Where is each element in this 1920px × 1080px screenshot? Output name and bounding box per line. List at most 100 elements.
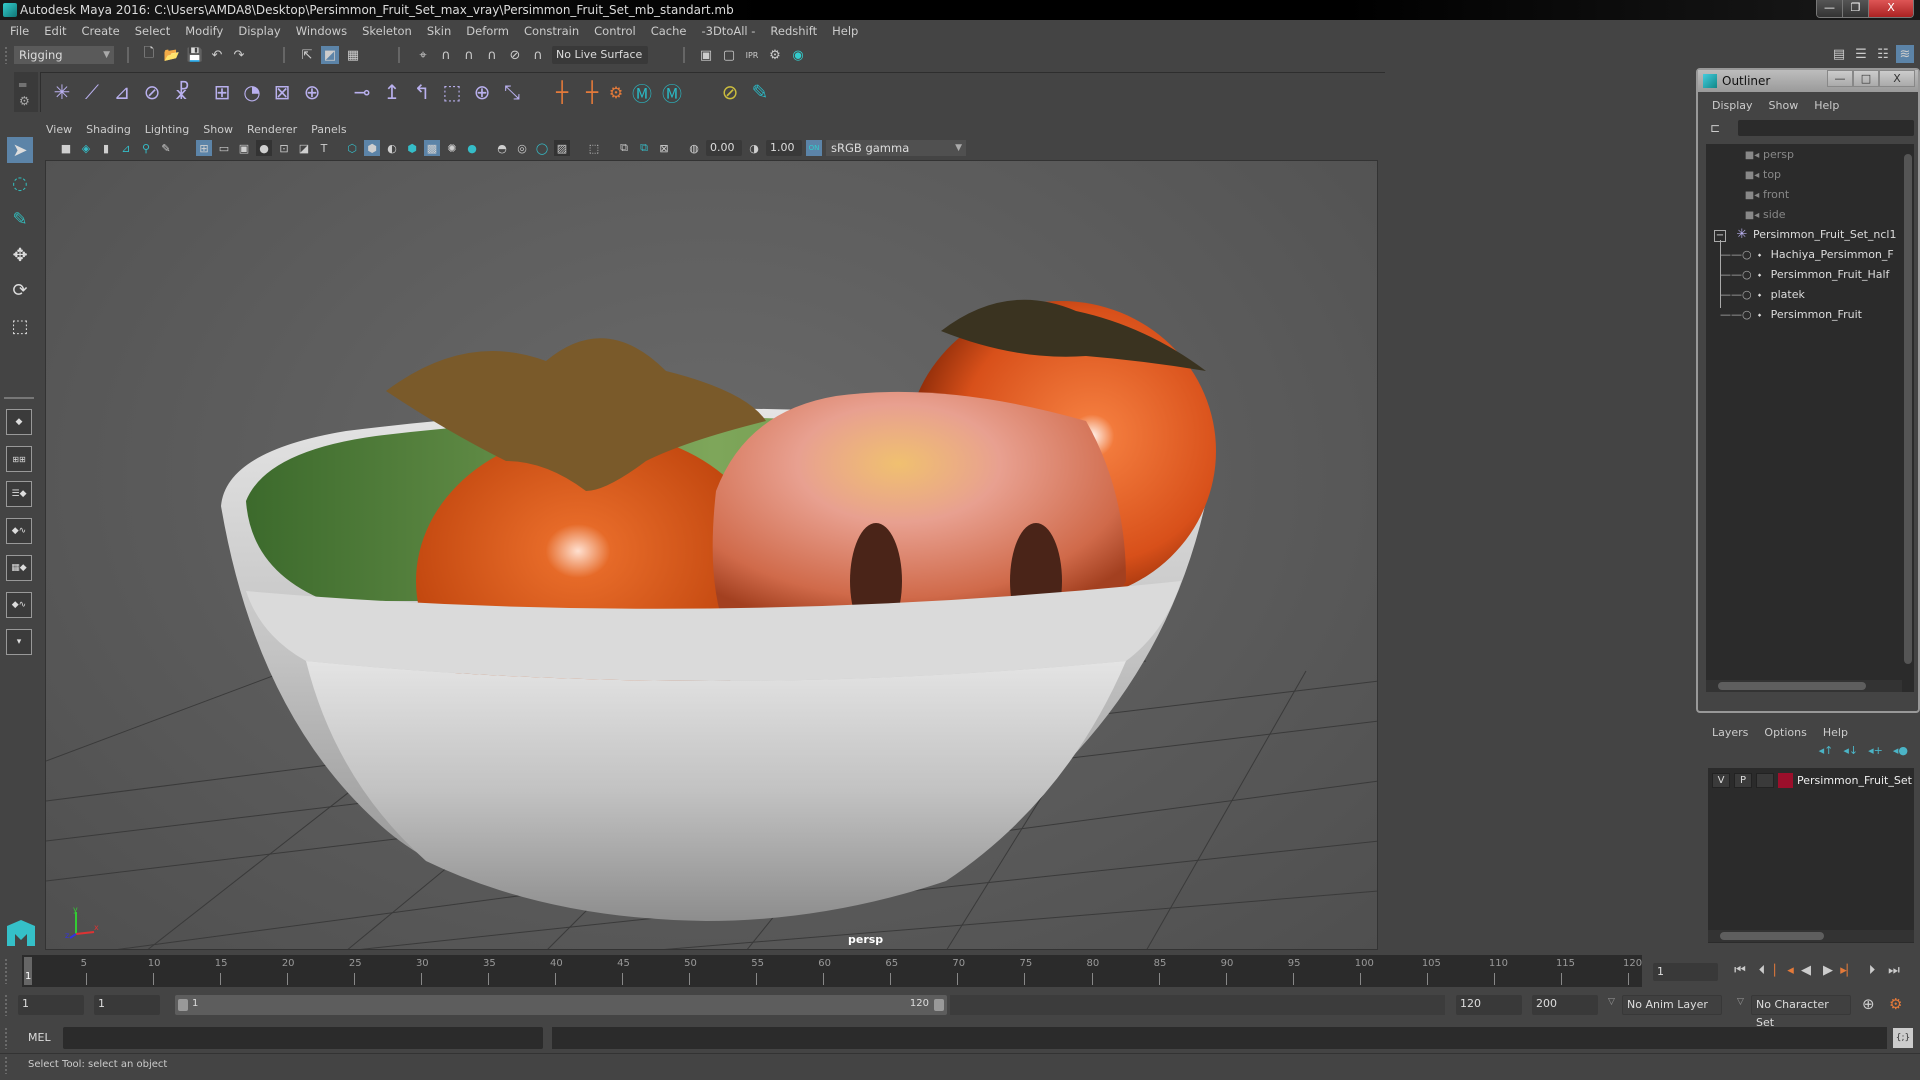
panel-menu-panels[interactable]: Panels xyxy=(311,123,346,136)
select-object-icon[interactable]: ◩ xyxy=(321,46,339,64)
attribute-editor-icon[interactable]: ☰ xyxy=(1852,45,1870,63)
current-time-indicator[interactable]: 1 xyxy=(24,957,32,985)
xray-joints-icon[interactable]: ⧉ xyxy=(636,140,652,156)
menu-file[interactable]: File xyxy=(10,24,29,38)
new-layer-icon[interactable]: ◂+ xyxy=(1868,744,1883,757)
ik-handle-icon[interactable]: ⟋ xyxy=(79,79,105,105)
scale-tool-icon[interactable]: ⬚ xyxy=(7,313,33,339)
panel-menu-shading[interactable]: Shading xyxy=(86,123,131,136)
viewport-persp[interactable]: y x z persp xyxy=(45,160,1378,950)
auto-key-icon[interactable]: ⊕ xyxy=(1862,995,1875,1013)
xray-icon[interactable]: ⧉ xyxy=(616,140,632,156)
character-icon[interactable]: ⚙ xyxy=(603,79,629,105)
play-forwards-icon[interactable]: ▶ xyxy=(1818,960,1838,980)
chevron-down-icon[interactable]: ▽ xyxy=(1737,997,1744,1007)
outliner-horizontal-scrollbar[interactable] xyxy=(1706,680,1902,692)
step-forward-frame-icon[interactable]: ⏵ xyxy=(1862,960,1882,980)
animation-end-field[interactable]: 200 xyxy=(1532,995,1598,1015)
parent-constraint-icon[interactable]: ⊸ xyxy=(349,79,375,105)
select-component-icon[interactable]: ▦ xyxy=(344,46,362,64)
default-material-icon[interactable]: ⬢ xyxy=(404,140,420,156)
four-view-layout[interactable]: ⊞⊞ xyxy=(6,446,32,472)
outliner-item-mesh[interactable]: ——○ ⬩ Persimmon_Fruit xyxy=(1720,306,1862,324)
pole-vector-icon[interactable]: ⤡ xyxy=(499,79,525,105)
snap-point-icon[interactable]: ∩ xyxy=(460,46,478,64)
anti-aliasing-icon[interactable]: ◯ xyxy=(534,140,550,156)
step-back-key-icon[interactable]: ⎸◂ xyxy=(1774,960,1794,980)
outliner-item-mesh[interactable]: ——○ ⬩ Hachiya_Persimmon_F xyxy=(1720,246,1894,264)
status-line-grip[interactable] xyxy=(4,46,8,64)
live-surface-field[interactable]: No Live Surface xyxy=(552,46,648,64)
gamma-field[interactable]: 1.00 xyxy=(766,140,802,156)
menu-constrain[interactable]: Constrain xyxy=(524,24,579,38)
render-view-icon[interactable]: ▣ xyxy=(697,46,715,64)
restore-button[interactable]: ❐ xyxy=(1843,0,1869,17)
outliner-item-mesh[interactable]: ——○ ⬩ Persimmon_Fruit_Half xyxy=(1720,266,1889,284)
outliner-menu-display[interactable]: Display xyxy=(1712,99,1753,112)
menu-deform[interactable]: Deform xyxy=(466,24,509,38)
exposure-icon[interactable]: ◍ xyxy=(686,140,702,156)
camera-attributes-icon[interactable]: ◈ xyxy=(78,140,94,156)
ik-spline-icon[interactable]: ⊿ xyxy=(109,79,135,105)
shelf-gear-icon[interactable]: ⚙ xyxy=(19,94,30,108)
menu-help[interactable]: Help xyxy=(832,24,858,38)
layers-menu-layers[interactable]: Layers xyxy=(1712,726,1748,739)
new-layer-selected-icon[interactable]: ◂● xyxy=(1893,744,1908,757)
exposure-field[interactable]: 0.00 xyxy=(706,140,742,156)
outliner-persp-layout[interactable]: ☰◆ xyxy=(6,481,32,507)
hypershade-icon[interactable]: ◉ xyxy=(789,46,807,64)
orient-constraint-icon[interactable]: ↰ xyxy=(409,79,435,105)
timeline-grip[interactable] xyxy=(4,958,8,984)
scale-constraint-icon[interactable]: ⬚ xyxy=(439,79,465,105)
menu-create[interactable]: Create xyxy=(82,24,120,38)
layer-playback-toggle[interactable]: P xyxy=(1734,772,1752,788)
smooth-shade-icon[interactable]: ⬢ xyxy=(364,140,380,156)
field-chart-icon[interactable]: ⊡ xyxy=(276,140,292,156)
image-plane-icon[interactable]: ⊿ xyxy=(118,140,134,156)
go-to-start-icon[interactable]: ⏮ xyxy=(1730,960,1750,980)
depth-of-field-icon[interactable]: ▨ xyxy=(554,140,570,156)
layers-menu-options[interactable]: Options xyxy=(1764,726,1806,739)
layer-display-type-toggle[interactable] xyxy=(1756,772,1774,788)
channel-box-layer-editor-icon[interactable]: ≋ xyxy=(1896,45,1914,63)
film-gate-icon[interactable]: ▭ xyxy=(216,140,232,156)
outliner-maximize-button[interactable]: □ xyxy=(1853,70,1879,87)
maya-icon-2[interactable]: Ⓜ xyxy=(659,79,685,106)
screen-space-ao-icon[interactable]: ◓ xyxy=(494,140,510,156)
menu-windows[interactable]: Windows xyxy=(296,24,347,38)
menu-redshift[interactable]: Redshift xyxy=(770,24,817,38)
redo-icon[interactable]: ↷ xyxy=(230,46,248,64)
animation-start-field[interactable]: 1 xyxy=(18,995,84,1015)
anim-layer-dropdown[interactable]: No Anim Layer xyxy=(1622,995,1722,1015)
close-button[interactable]: X xyxy=(1869,0,1913,17)
outliner-item-mesh[interactable]: ——○ ⬩ platek xyxy=(1720,286,1805,304)
move-tool-icon[interactable]: ✥ xyxy=(7,242,33,268)
step-back-frame-icon[interactable]: ⏴ xyxy=(1752,960,1772,980)
move-layer-down-icon[interactable]: ◂↓ xyxy=(1843,744,1858,757)
locator-icon[interactable]: ┼ xyxy=(549,79,575,105)
bookmark-icon[interactable]: ▮ xyxy=(98,140,114,156)
ipr-render-icon[interactable]: IPR xyxy=(743,46,761,64)
layers-horizontal-scrollbar[interactable] xyxy=(1708,930,1914,942)
safe-title-icon[interactable]: T xyxy=(316,140,332,156)
lattice-icon[interactable]: ⊠ xyxy=(269,79,295,105)
select-hierarchy-icon[interactable]: ⇱ xyxy=(298,46,316,64)
panel-menu-view[interactable]: View xyxy=(46,123,72,136)
layer-name[interactable]: Persimmon_Fruit_Set xyxy=(1797,774,1912,787)
maya-icon-1[interactable]: Ⓜ xyxy=(629,79,655,106)
help-line-grip[interactable] xyxy=(4,1056,8,1074)
command-line-grip[interactable] xyxy=(4,1027,8,1049)
snap-view-plane-icon[interactable]: ∩ xyxy=(483,46,501,64)
color-management-toggle[interactable]: ON xyxy=(806,140,822,156)
range-slider[interactable]: 1 120 xyxy=(175,995,947,1015)
animation-preferences-icon[interactable]: ⚙ xyxy=(1889,995,1902,1013)
filter-icon[interactable]: ⊏ xyxy=(1710,121,1720,135)
outliner-menu-show[interactable]: Show xyxy=(1769,99,1799,112)
script-editor-icon[interactable]: {;} xyxy=(1893,1028,1913,1048)
command-input[interactable] xyxy=(63,1027,543,1049)
wireframe-icon[interactable]: ⬡ xyxy=(344,140,360,156)
menu-skeleton[interactable]: Skeleton xyxy=(362,24,412,38)
playback-end-field[interactable]: 120 xyxy=(1456,995,1522,1015)
graph-persp-layout[interactable]: ◆∿ xyxy=(6,518,32,544)
2d-pan-zoom-icon[interactable]: ⚲ xyxy=(138,140,154,156)
